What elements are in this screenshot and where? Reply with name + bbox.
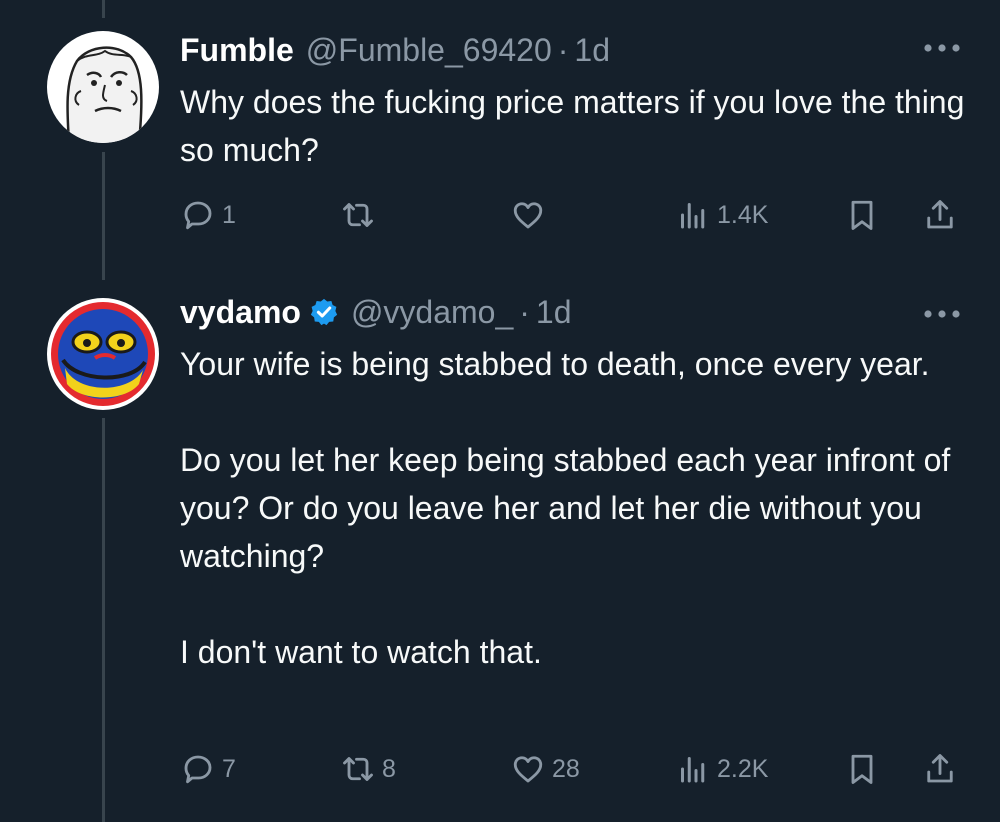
more-options-button[interactable]: [920, 38, 964, 58]
pepe-frog-icon: [47, 298, 159, 410]
reply-count: 7: [222, 754, 236, 783]
views-button[interactable]: 2.2K: [675, 749, 768, 789]
thread-line-top: [102, 0, 105, 18]
bookmark-icon: [851, 754, 873, 784]
bookmark-button[interactable]: [844, 195, 880, 235]
thread-line-bottom: [102, 418, 105, 822]
author-name[interactable]: vydamo: [180, 294, 301, 331]
bookmark-icon: [851, 200, 873, 230]
separator-dot: ·: [519, 293, 530, 330]
retweet-icon: [343, 203, 373, 227]
author-name[interactable]: Fumble: [180, 32, 294, 69]
tweet-header: vydamo @vydamo_ · 1d: [180, 290, 572, 334]
tweet-paragraph: Do you let her keep being stabbed each y…: [180, 442, 951, 574]
retweet-count: 8: [382, 754, 396, 783]
more-icon: [924, 310, 960, 318]
retweet-button[interactable]: [340, 195, 382, 235]
tweet-paragraph: Why does the fucking price matters if yo…: [180, 84, 965, 168]
retweet-button[interactable]: 8: [340, 749, 396, 789]
retweet-icon: [343, 757, 373, 781]
tweet-actions: 1 1.4K: [180, 195, 970, 235]
views-chart-icon: [681, 757, 705, 783]
tweet-text: Why does the fucking price matters if yo…: [180, 78, 970, 174]
share-button[interactable]: [922, 749, 958, 789]
bookmark-button[interactable]: [844, 749, 880, 789]
separator-dot: ·: [557, 31, 569, 68]
share-button[interactable]: [922, 195, 958, 235]
reply-button[interactable]: 7: [180, 749, 236, 789]
view-count: 1.4K: [717, 200, 769, 229]
tweet-actions: 7 8 28 2.2K: [180, 749, 970, 789]
more-icon: [924, 44, 960, 52]
share-icon: [927, 754, 953, 783]
reply-icon: [184, 755, 212, 784]
wojak-face-icon: [47, 31, 159, 143]
author-handle[interactable]: @vydamo_: [351, 294, 513, 331]
timestamp[interactable]: 1d: [574, 32, 610, 69]
tweet-paragraph: Your wife is being stabbed to death, onc…: [180, 346, 930, 382]
tweet-header: Fumble @Fumble_69420 · 1d: [180, 28, 610, 72]
tweet-text: Your wife is being stabbed to death, onc…: [180, 340, 970, 676]
thread-line-middle: [102, 152, 105, 280]
more-options-button[interactable]: [920, 304, 964, 324]
share-icon: [927, 200, 953, 229]
like-button[interactable]: [510, 195, 552, 235]
like-button[interactable]: 28: [510, 749, 580, 789]
tweet-paragraph: I don't want to watch that.: [180, 634, 542, 670]
timestamp[interactable]: 1d: [536, 294, 572, 331]
reply-icon: [184, 201, 212, 230]
heart-icon: [513, 756, 543, 783]
verified-badge-icon: [309, 297, 339, 327]
reply-count: 1: [222, 200, 236, 229]
views-button[interactable]: 1.4K: [675, 195, 768, 235]
like-count: 28: [552, 754, 580, 783]
author-handle[interactable]: @Fumble_69420: [306, 32, 552, 69]
avatar-fumble[interactable]: [47, 31, 159, 143]
reply-button[interactable]: 1: [180, 195, 236, 235]
views-chart-icon: [681, 203, 705, 229]
heart-icon: [513, 202, 543, 229]
avatar-vydamo[interactable]: [47, 298, 159, 410]
view-count: 2.2K: [717, 754, 769, 783]
